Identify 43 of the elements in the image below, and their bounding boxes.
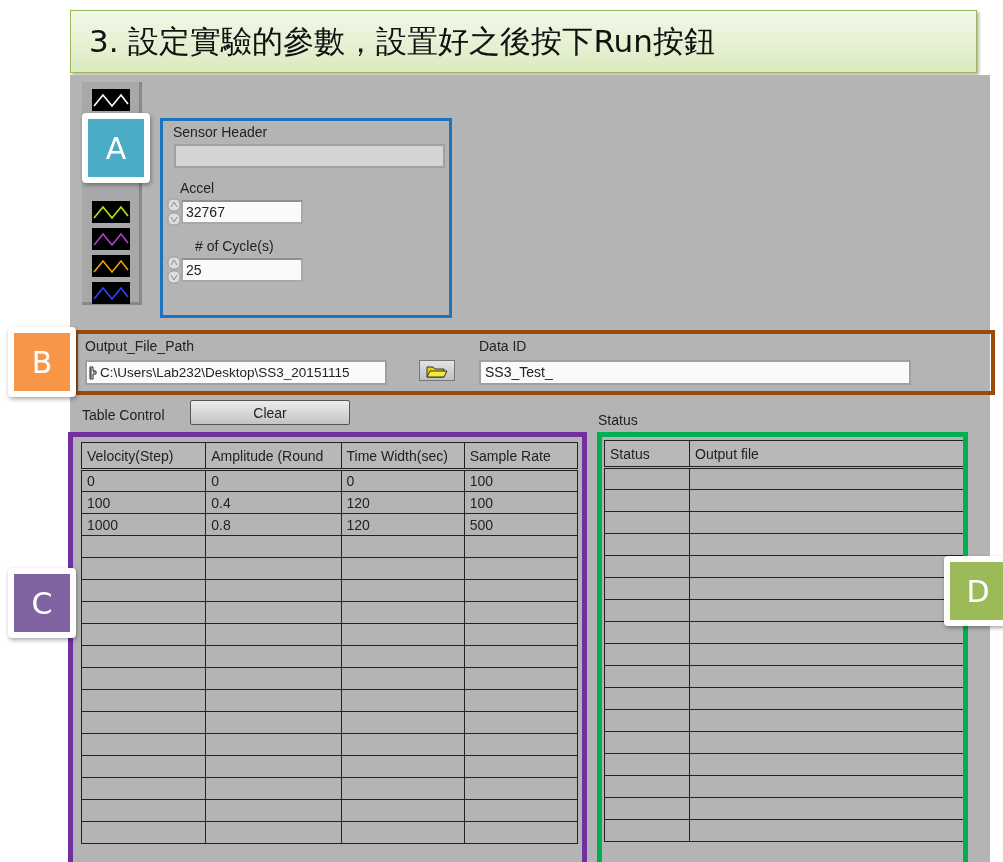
field-label: Sensor Header: [173, 124, 269, 140]
callout-badge: A: [82, 113, 150, 183]
table-cell: 100: [464, 491, 578, 514]
table-cell: 0: [205, 469, 341, 492]
table-cell: 0: [81, 469, 206, 492]
folder-icon: [426, 363, 448, 378]
table-cell: 120: [341, 491, 465, 514]
table-cell: 0: [341, 469, 465, 492]
waveform-icon: [91, 228, 130, 250]
path-icon: [89, 365, 97, 380]
browse-button[interactable]: [419, 360, 455, 381]
accel-field[interactable]: 32767: [181, 200, 303, 224]
column-header: Sample Rate: [464, 442, 578, 470]
column-header: Amplitude (Round: [205, 442, 341, 470]
field-label: Accel: [180, 180, 216, 196]
waveform-icon: [91, 201, 130, 223]
status-label: Status: [598, 412, 638, 428]
waveform-icon: [91, 89, 130, 111]
table-cell: 100: [464, 469, 578, 492]
column-header: Output file: [689, 440, 963, 468]
callout-badge: D: [944, 556, 1003, 626]
clear-button[interactable]: Clear: [190, 400, 350, 425]
field-label: Data ID: [479, 338, 528, 354]
spinner-icon[interactable]: [167, 198, 181, 226]
waveform-icon: [91, 282, 130, 304]
table-control-label: Table Control: [82, 407, 165, 423]
data-id-field[interactable]: SS3_Test_: [479, 360, 911, 385]
banner-title: 3. 設定實驗的參數，設置好之後按下Run按鈕: [89, 21, 715, 61]
table-cell: 1000: [81, 513, 206, 536]
spinner-icon[interactable]: [167, 256, 181, 284]
waveform-icon: [91, 255, 130, 277]
table-cell: 500: [464, 513, 578, 536]
cycles-field[interactable]: 25: [181, 258, 303, 282]
field-label: # of Cycle(s): [195, 238, 275, 254]
field-label: Output_File_Path: [85, 338, 195, 354]
column-header: Status: [604, 440, 690, 468]
column-header: Velocity(Step): [81, 442, 206, 470]
table-cell: 0.8: [205, 513, 341, 536]
path-field[interactable]: C:\Users\Lab232\Desktop\SS3_20151115: [85, 360, 387, 385]
column-header: Time Width(sec): [341, 442, 465, 470]
table-cell: 0.4: [205, 491, 341, 514]
table-cell: 100: [81, 491, 206, 514]
table-cell: 120: [341, 513, 465, 536]
